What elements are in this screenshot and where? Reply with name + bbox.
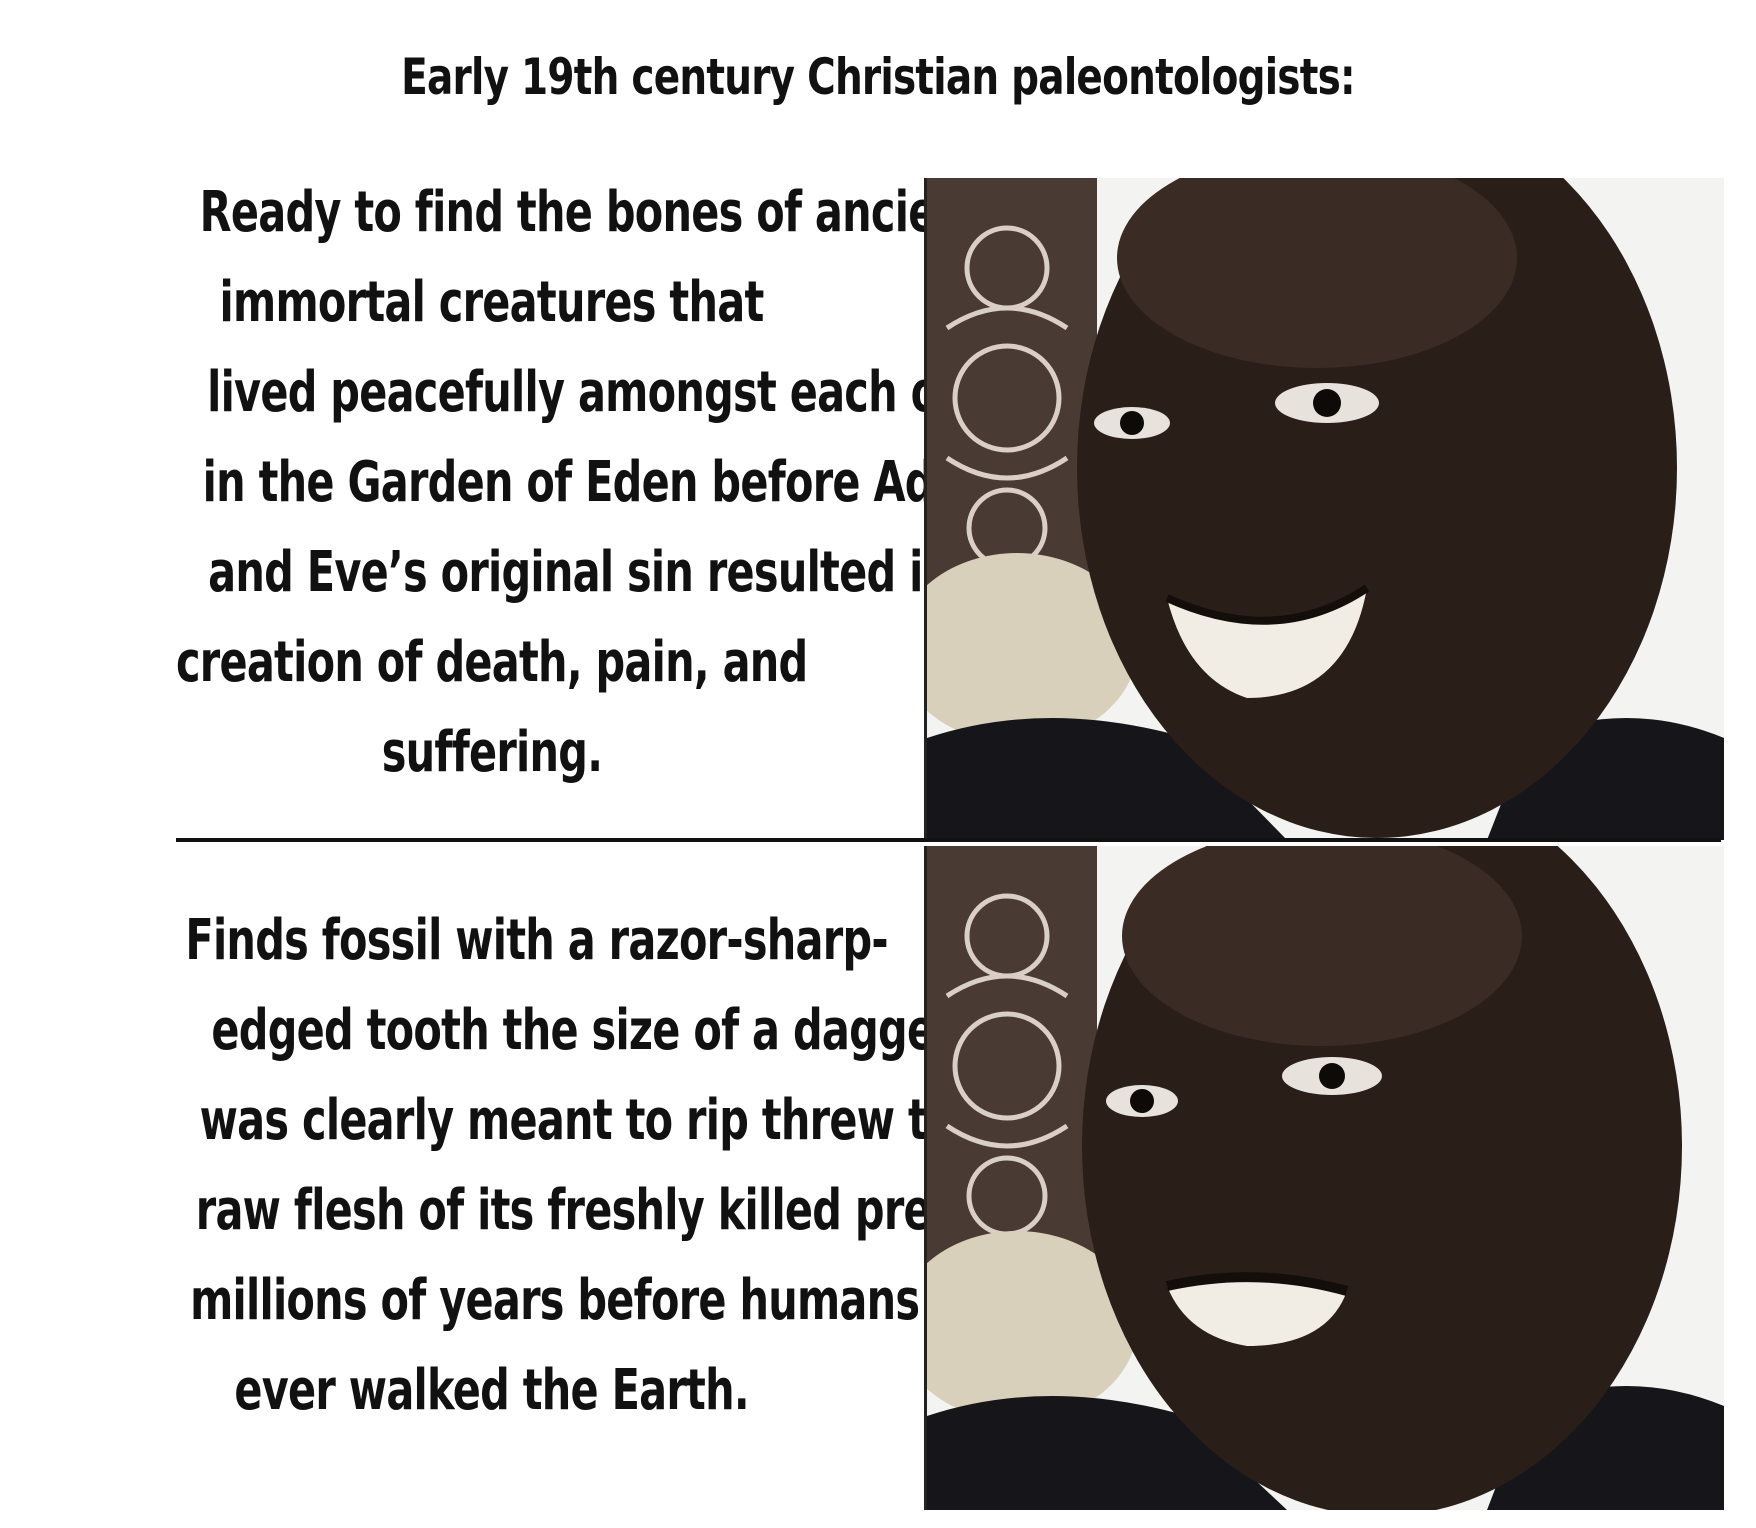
caption-line: in the Garden of Eden before Adam — [202, 450, 1004, 515]
caption-line: immortal creatures that — [220, 270, 765, 335]
meme-title: Early 19th century Christian paleontolog… — [401, 48, 1356, 106]
happy-face-illustration — [927, 178, 1724, 840]
caption-bottom: Finds fossil with a razor-sharp- edged t… — [62, 896, 1062, 1436]
caption-line: raw flesh of its freshly killed prey — [195, 1178, 958, 1243]
caption-line: millions of years before humans — [190, 1268, 920, 1333]
caption-top: Ready to find the bones of ancient immor… — [62, 168, 1041, 798]
caption-line: lived peacefully amongst each other — [207, 360, 1034, 425]
caption-line: creation of death, pain, and — [176, 630, 808, 695]
panel-divider — [176, 838, 1721, 842]
caption-line: ever walked the Earth. — [234, 1358, 750, 1423]
disappointed-face-illustration — [927, 846, 1724, 1510]
caption-line: Finds fossil with a razor-sharp- — [185, 908, 888, 973]
caption-line: suffering. — [381, 720, 603, 785]
caption-line: Ready to find the bones of ancient — [199, 180, 984, 245]
disappointed-man-photo — [924, 846, 1724, 1510]
caption-line: was clearly meant to rip threw the — [199, 1088, 984, 1153]
happy-man-photo — [924, 178, 1724, 840]
caption-line: and Eve’s original sin resulted in the — [208, 540, 1041, 605]
